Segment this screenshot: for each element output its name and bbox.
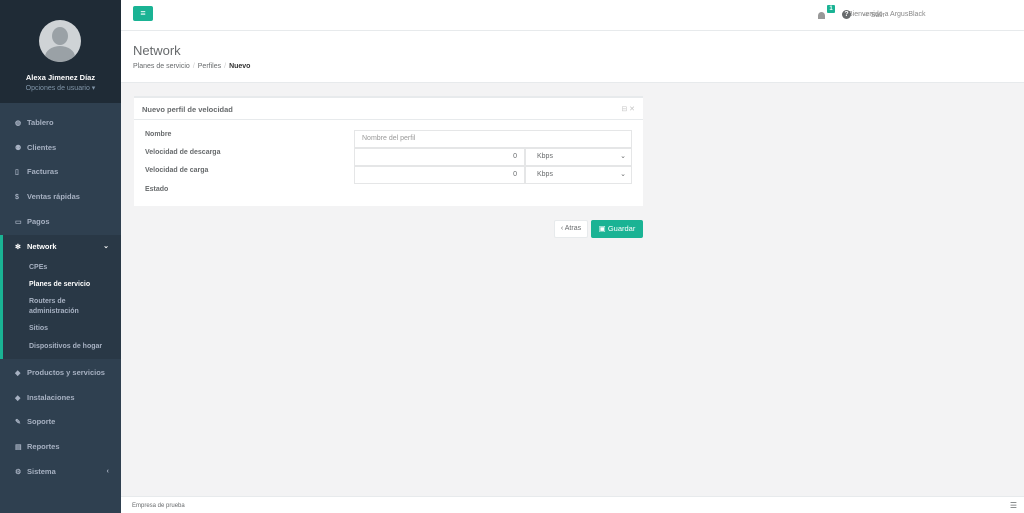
book-icon: ▤ [15, 444, 22, 451]
sidebar-item-sistema[interactable]: ⚙ Sistema ‹ [0, 460, 121, 484]
upload-label: Velocidad de carga [145, 167, 209, 174]
tag-icon: ◆ [15, 395, 21, 402]
wrench-icon: ✎ [15, 419, 21, 426]
page-heading: Network Planes de servicio / Perfiles / Nuev… [121, 31, 1024, 83]
breadcrumb-planes[interactable]: Planes de servicio [133, 63, 190, 70]
network-icon: ✻ [15, 244, 21, 251]
sidebar-item-instalaciones[interactable]: ◆ Instalaciones [0, 386, 121, 410]
avatar[interactable] [39, 20, 81, 62]
download-label: Velocidad de descarga [145, 149, 221, 156]
download-unit-select[interactable]: Kbps ⌄ [525, 148, 632, 166]
bell-icon[interactable] [817, 9, 827, 21]
upload-unit-select[interactable]: Kbps ⌄ [525, 166, 632, 184]
panel-header: Nuevo perfil de velocidad ⊟ ✕ [134, 98, 643, 120]
sidebar-item-reportes[interactable]: ▤ Reportes [0, 435, 121, 459]
menu-toggle-button[interactable]: ≡ [133, 6, 153, 21]
settings-menu-icon[interactable]: ☰ [1010, 501, 1017, 510]
chevron-down-icon: ⌄ [620, 171, 626, 178]
sidebar-subitem-cpes[interactable]: CPEs [29, 263, 47, 273]
sidebar-subitem-sitios[interactable]: Sitios [29, 324, 48, 334]
top-navbar: ≡ Bienvenido a ArgusBlack 1 ? ⇨ Salir [121, 0, 1024, 31]
sidebar-item-pagos[interactable]: ▭ Pagos [0, 210, 121, 234]
dashboard-icon: ◍ [15, 120, 22, 127]
page-title: Network [133, 43, 181, 58]
company-name: Empresa de prueba [132, 503, 185, 509]
profile-area: Alexa Jimenez Díaz Opciones de usuario ▾ [0, 0, 121, 103]
sidebar-subitem-dispositivos-hogar[interactable]: Dispositivos de hogar [29, 342, 102, 352]
sidebar-item-facturas[interactable]: ▯ Facturas [0, 160, 121, 184]
tags-icon: ◆ [15, 370, 21, 377]
back-button[interactable]: ‹ Atras [554, 220, 588, 238]
logout-link[interactable]: ⇨ Salir [863, 11, 885, 19]
sidebar-item-ventas-rapidas[interactable]: $ Ventas rápidas [0, 185, 121, 209]
save-button[interactable]: ▣ Guardar [591, 220, 643, 238]
help-icon[interactable]: ? [842, 10, 851, 19]
file-icon: ▯ [15, 169, 19, 176]
card-icon: ▭ [15, 219, 22, 226]
users-icon: ⚉ [15, 145, 22, 152]
breadcrumb-current: Nuevo [229, 63, 251, 70]
upload-speed-input[interactable]: 0 [354, 166, 525, 184]
welcome-message: Bienvenido a ArgusBlack [848, 11, 926, 18]
sidebar-network-group: ✻ Network ⌄ CPEs Planes de servicio Router… [0, 235, 121, 359]
chevron-down-icon: ⌄ [620, 153, 626, 160]
breadcrumb-separator: / [224, 63, 227, 70]
notification-badge: 1 [827, 5, 835, 13]
sidebar-subitem-routers[interactable]: Routers de administración [29, 297, 99, 317]
panel-tools-icons[interactable]: ⊟ ✕ [621, 105, 635, 113]
download-speed-input[interactable]: 0 [354, 148, 525, 166]
sidebar-item-tablero[interactable]: ◍ Tablero [0, 111, 121, 135]
name-label: Nombre [145, 131, 172, 138]
chevron-down-icon: ⌄ [103, 243, 109, 250]
panel-title: Nuevo perfil de velocidad [142, 105, 233, 114]
user-options-dropdown[interactable]: Opciones de usuario ▾ [0, 84, 121, 92]
speed-profile-panel: Nuevo perfil de velocidad ⊟ ✕ Nombre Vel… [134, 96, 643, 206]
sidebar: Alexa Jimenez Díaz Opciones de usuario ▾… [0, 0, 121, 513]
sidebar-subitem-planes-de-servicio[interactable]: Planes de servicio [29, 280, 90, 290]
gears-icon: ⚙ [15, 469, 22, 476]
footer: Empresa de prueba ☰ [121, 496, 1024, 513]
breadcrumb: Planes de servicio / Perfiles / Nuevo [133, 63, 250, 70]
profile-name: Alexa Jimenez Díaz [25, 73, 96, 82]
status-label: Estado [145, 186, 169, 193]
dollar-icon: $ [15, 194, 19, 201]
sidebar-item-network[interactable]: ✻ Network ⌄ [0, 235, 121, 259]
sidebar-item-clientes[interactable]: ⚉ Clientes [0, 136, 121, 160]
chevron-left-icon: ‹ [106, 468, 109, 475]
breadcrumb-perfiles[interactable]: Perfiles [198, 63, 221, 70]
breadcrumb-separator: / [192, 63, 195, 70]
sidebar-item-productos[interactable]: ◆ Productos y servicios [0, 361, 121, 385]
sidebar-item-soporte[interactable]: ✎ Soporte [0, 410, 121, 434]
profile-name-input[interactable]: Nombre del perfil [354, 130, 632, 148]
